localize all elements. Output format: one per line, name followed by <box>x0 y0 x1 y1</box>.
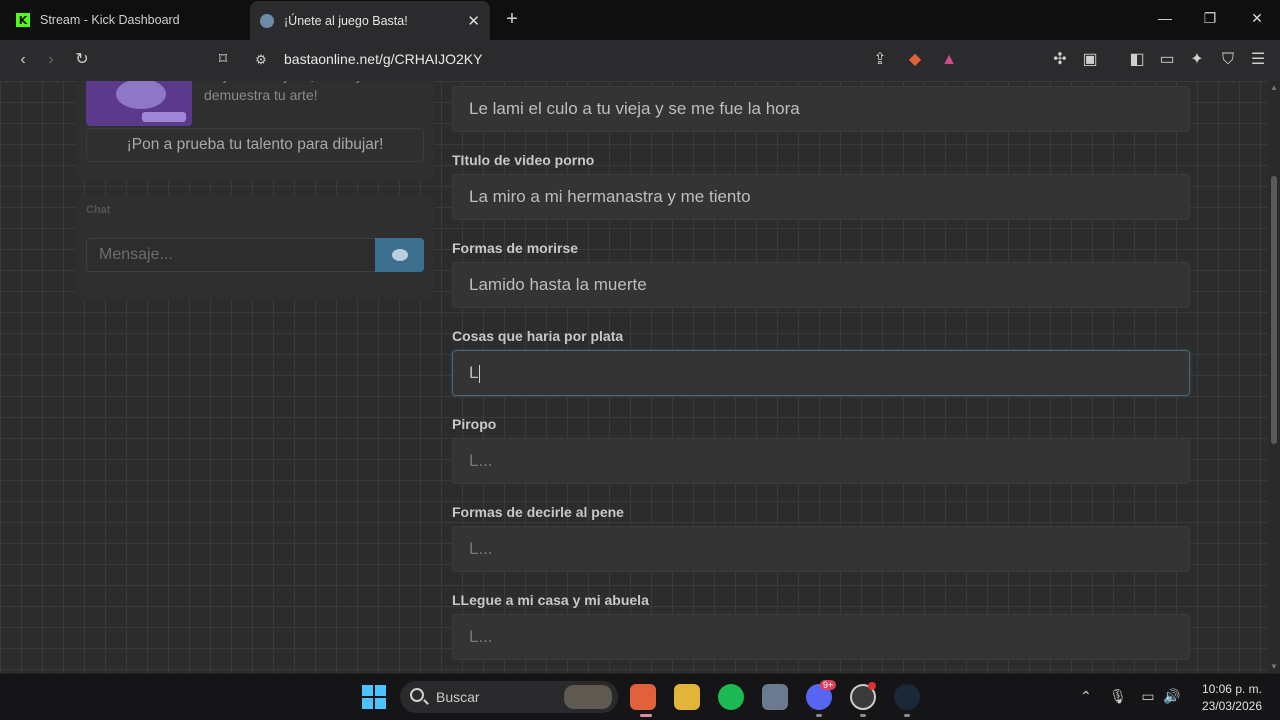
clock-time: 10:06 p. m. <box>1201 682 1262 696</box>
microsoft-store-icon[interactable] <box>762 684 788 710</box>
app-running-indicator <box>860 714 866 717</box>
discord-notification-badge: 9+ <box>820 680 837 690</box>
active-app-indicator <box>640 714 652 717</box>
tab-title: Stream - Kick Dashboard <box>40 13 180 27</box>
text-caret <box>479 364 481 383</box>
reader-icon[interactable]: ▣ <box>1079 50 1101 72</box>
network-icon[interactable]: ▭ <box>1139 688 1157 705</box>
minimize-icon[interactable]: — <box>1155 10 1175 26</box>
draw-challenge-button[interactable]: ¡Pon a prueba tu talento para dibujar! <box>86 128 424 162</box>
taskbar-search[interactable]: Buscar <box>400 681 618 713</box>
spotify-icon[interactable] <box>718 684 744 710</box>
extensions-icon[interactable]: ✣ <box>1049 50 1071 72</box>
window-close-icon[interactable]: ✕ <box>1247 10 1267 27</box>
globe-icon <box>260 13 274 28</box>
answer-field-1[interactable]: Le lami el culo a tu vieja y se me fue l… <box>452 86 1190 132</box>
scroll-thumb[interactable] <box>1271 176 1277 444</box>
category-label: Formas de decirle al pene <box>452 504 624 520</box>
chat-bubble-icon <box>391 249 408 261</box>
bookmark-icon[interactable]: ⌑ <box>212 50 234 72</box>
start-button[interactable] <box>362 685 386 709</box>
site-settings-icon[interactable]: ⚙ <box>250 50 272 72</box>
category-label: TItulo de video porno <box>452 152 595 168</box>
brave-browser-icon[interactable] <box>630 684 656 710</box>
new-tab-button[interactable]: + <box>502 8 522 31</box>
promo-card: mejores dibujos. ¡Únete y demuestra tu a… <box>76 81 434 181</box>
sidebar-toggle-icon[interactable]: ◧ <box>1126 50 1148 72</box>
tray-overflow-icon[interactable]: ⌃ <box>1077 688 1095 705</box>
maximize-icon[interactable]: ❐ <box>1200 10 1220 27</box>
answer-field-6[interactable]: L... <box>452 526 1190 572</box>
tab-kick-dashboard[interactable]: K Stream - Kick Dashboard <box>8 0 244 40</box>
chat-message-input[interactable]: Mensaje... <box>86 238 376 272</box>
clock-date: 23/03/2026 <box>1201 699 1262 713</box>
tab-basta-game[interactable]: ¡Únete al juego Basta! ✕ <box>250 1 490 40</box>
page-scrollbar[interactable]: ▲ ▼ <box>1268 81 1280 673</box>
address-bar[interactable]: bastaonline.net/g/CRHAIJO2KY <box>284 51 482 67</box>
windows-taskbar: Buscar 9+ ⌃ 🎙 ▭ 🔊 10:06 p. m. 23/03/2026 <box>0 673 1280 720</box>
search-icon <box>410 688 424 702</box>
back-icon[interactable]: ‹ <box>12 50 34 72</box>
brave-rewards-icon[interactable]: ▲ <box>938 50 960 72</box>
category-label: Cosas que haria por plata <box>452 328 624 344</box>
scroll-down-icon[interactable]: ▼ <box>1270 662 1278 671</box>
answer-value: L <box>469 363 479 382</box>
steam-icon[interactable] <box>894 684 920 710</box>
category-label: Formas de morirse <box>452 240 579 256</box>
reload-icon[interactable]: ↻ <box>71 50 93 72</box>
category-label: Piropo <box>452 416 497 432</box>
chat-panel: Chat Mensaje... <box>76 195 434 299</box>
leo-ai-icon[interactable]: ✦ <box>1186 50 1208 72</box>
scroll-up-icon[interactable]: ▲ <box>1270 83 1278 92</box>
page-content: mejores dibujos. ¡Únete y demuestra tu a… <box>0 81 1268 673</box>
answer-field-7[interactable]: L... <box>452 614 1190 660</box>
browser-toolbar: ‹ › ↻ ⌑ ⚙ bastaonline.net/g/CRHAIJO2KY ⇪… <box>0 40 1280 81</box>
kick-icon: K <box>16 13 30 27</box>
answer-field-2[interactable]: La miro a mi hermanastra y me tiento <box>452 174 1190 220</box>
vpn-icon[interactable]: ⛉ <box>1217 50 1239 72</box>
recording-indicator <box>868 682 876 690</box>
app-running-indicator <box>904 714 910 717</box>
tab-title: ¡Únete al juego Basta! <box>284 13 408 28</box>
chat-title: Chat <box>86 204 111 216</box>
search-highlight-image <box>564 685 612 709</box>
answer-field-4[interactable]: L <box>452 350 1190 396</box>
answer-field-5[interactable]: L... <box>452 438 1190 484</box>
system-clock[interactable]: 10:06 p. m. 23/03/2026 <box>1202 681 1262 715</box>
app-running-indicator <box>816 714 822 717</box>
forward-icon[interactable]: › <box>40 50 62 72</box>
search-label: Buscar <box>436 689 480 705</box>
brave-shield-icon[interactable]: ◆ <box>904 50 926 72</box>
wallet-icon[interactable]: ▭ <box>1156 50 1178 72</box>
file-explorer-icon[interactable] <box>674 684 700 710</box>
chat-send-button[interactable] <box>375 238 424 272</box>
browser-tabbar: K Stream - Kick Dashboard ¡Únete al jueg… <box>0 0 1280 40</box>
volume-icon[interactable]: 🔊 <box>1163 688 1181 705</box>
share-icon[interactable]: ⇪ <box>869 50 891 72</box>
category-label: LLegue a mi casa y mi abuela <box>452 592 649 608</box>
answer-field-3[interactable]: Lamido hasta la muerte <box>452 262 1190 308</box>
microphone-icon[interactable]: 🎙 <box>1109 688 1127 705</box>
promo-image[interactable] <box>86 81 192 126</box>
promo-text: mejores dibujos. ¡Únete y demuestra tu a… <box>204 81 363 103</box>
close-icon[interactable]: ✕ <box>467 12 480 30</box>
menu-icon[interactable]: ☰ <box>1247 50 1269 72</box>
